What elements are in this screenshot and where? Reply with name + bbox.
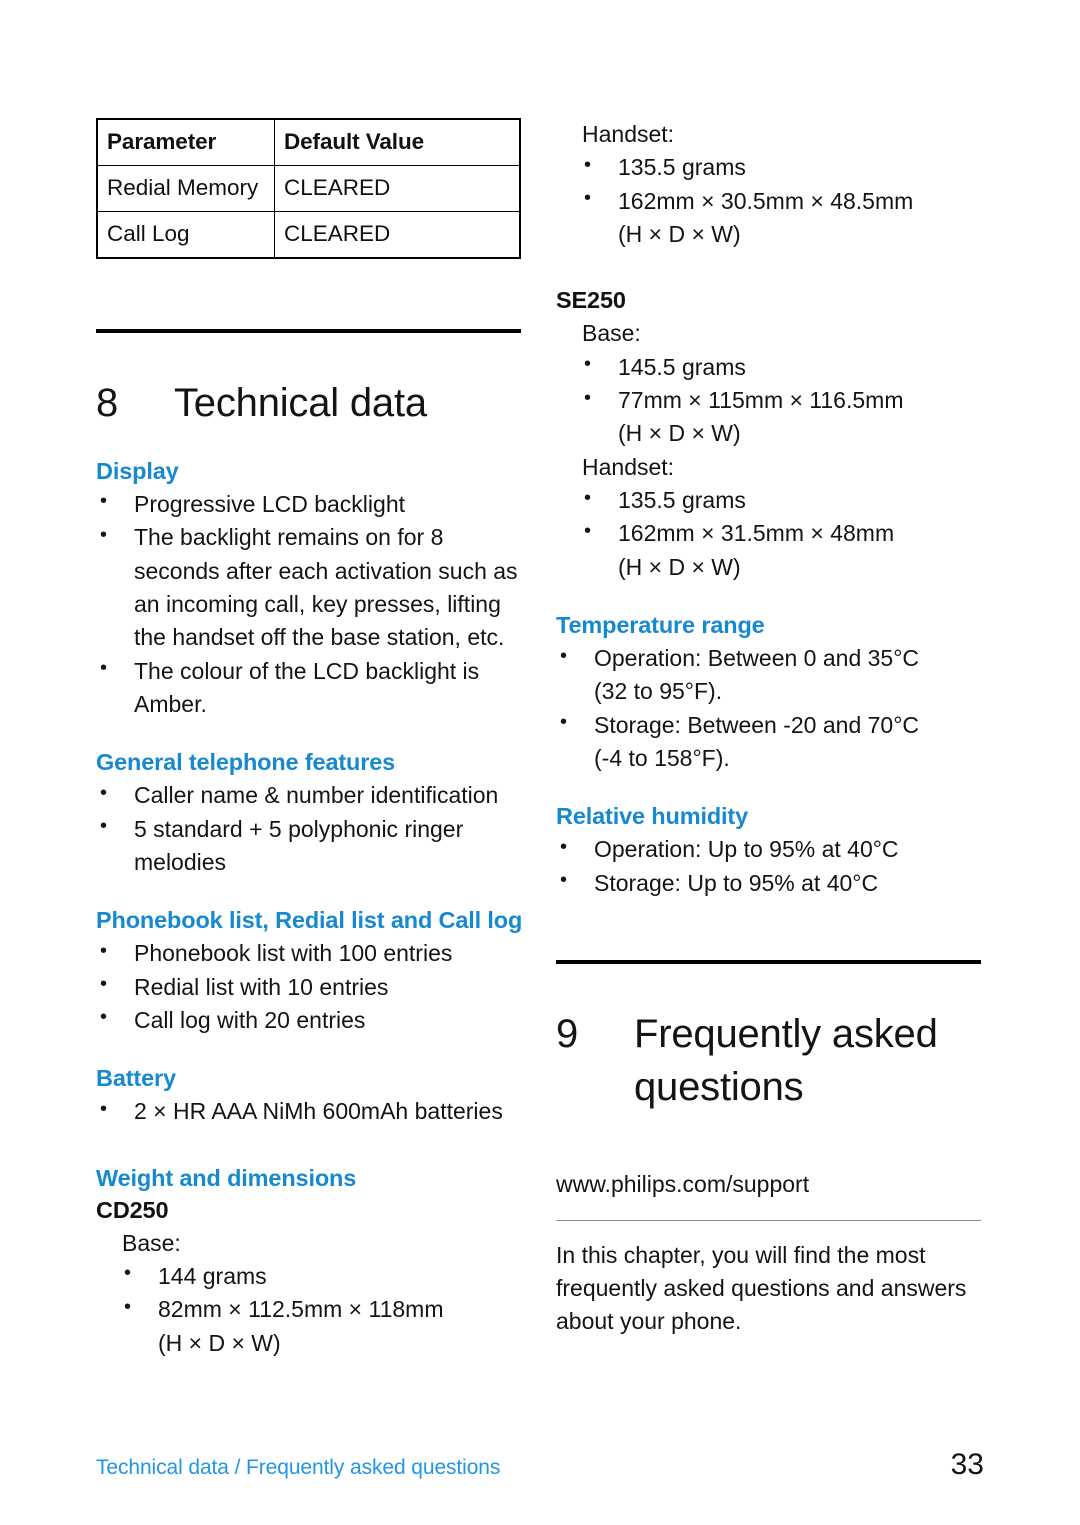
general-features-bullet-list: Caller name & number identification 5 st… — [96, 779, 526, 879]
list-item: Phonebook list with 100 entries — [96, 937, 526, 970]
list-item-text: 162mm × 30.5mm × 48.5mm — [618, 187, 914, 214]
table-cell-parameter: Call Log — [96, 210, 275, 259]
list-item-text: 82mm × 112.5mm × 118mm — [158, 1296, 444, 1323]
support-url[interactable]: www.philips.com/support — [556, 1168, 986, 1201]
list-item-continuation: (H × D × W) — [618, 553, 741, 580]
list-item-text: 77mm × 115mm × 116.5mm — [618, 387, 904, 414]
list-item: Progressive LCD backlight — [96, 487, 526, 521]
table-cell-value: CLEARED — [274, 210, 521, 259]
chapter-9-title-line1: Frequently asked — [634, 1012, 938, 1057]
section-heading-general-features: General telephone features — [96, 749, 396, 776]
list-item: Caller name & number identification — [96, 779, 526, 812]
list-item: 162mm × 30.5mm × 48.5mm (H × D × W) — [556, 184, 986, 252]
cd250-handset-bullet-list: 135.5 grams 162mm × 30.5mm × 48.5mm (H ×… — [556, 151, 986, 251]
battery-bullet-list: 2 × HR AAA NiMh 600mAh batteries — [96, 1095, 526, 1128]
chapter-8-title: Technical data — [174, 380, 427, 425]
list-item-continuation: (H × D × W) — [618, 221, 741, 248]
list-item: 2 × HR AAA NiMh 600mAh batteries — [96, 1095, 526, 1128]
chapter-9-title: Frequently asked questions — [634, 1008, 986, 1114]
list-item: 162mm × 31.5mm × 48mm (H × D × W) — [556, 517, 986, 584]
model-name-se250: SE250 — [556, 287, 626, 314]
section-heading-display: Display — [96, 458, 179, 484]
list-item: 82mm × 112.5mm × 118mm (H × D × W) — [96, 1293, 526, 1360]
left-column: Parameter Default Value Redial Memory CL… — [96, 118, 526, 1360]
default-settings-table: Parameter Default Value Redial Memory CL… — [96, 118, 521, 259]
section-heading-relative-humidity: Relative humidity — [556, 803, 749, 830]
footer-breadcrumb: Technical data / Frequently asked questi… — [96, 1456, 501, 1479]
list-item: The colour of the LCD backlight is Amber… — [96, 654, 526, 722]
cd250-handset-label: Handset: — [582, 121, 675, 147]
section-heading-lists: Phonebook list, Redial list and Call log — [96, 907, 523, 934]
list-item: The backlight remains on for 8 seconds a… — [96, 521, 526, 654]
cd250-base-label: Base: — [122, 1229, 181, 1256]
table-cell-value: CLEARED — [274, 164, 521, 212]
list-item: Operation: Between 0 and 35°C (32 to 95°… — [556, 642, 986, 709]
section-heading-temperature-range: Temperature range — [556, 612, 765, 639]
se250-base-bullet-list: 145.5 grams 77mm × 115mm × 116.5mm (H × … — [556, 350, 986, 451]
se250-handset-label: Handset: — [582, 453, 675, 480]
list-item-continuation: (32 to 95°F). — [594, 678, 723, 705]
page-footer: Technical data / Frequently asked questi… — [96, 1448, 984, 1482]
humidity-bullet-list: Operation: Up to 95% at 40°C Storage: Up… — [556, 833, 986, 900]
display-bullet-list: Progressive LCD backlight The backlight … — [96, 487, 526, 722]
manual-page: Parameter Default Value Redial Memory CL… — [0, 0, 1080, 1525]
table-cell-parameter: Redial Memory — [96, 164, 275, 212]
chapter-9-intro-paragraph: In this chapter, you will find the most … — [556, 1241, 967, 1335]
list-item: 77mm × 115mm × 116.5mm (H × D × W) — [556, 384, 986, 451]
se250-handset-bullet-list: 135.5 grams 162mm × 31.5mm × 48mm (H × D… — [556, 484, 986, 584]
chapter-8-number: 8 — [96, 380, 119, 425]
list-item: Call log with 20 entries — [96, 1003, 526, 1037]
list-item-continuation: (H × D × W) — [158, 1329, 281, 1356]
lists-bullet-list: Phonebook list with 100 entries Redial l… — [96, 937, 526, 1037]
list-item: 145.5 grams — [556, 350, 986, 384]
table-header-parameter: Parameter — [96, 118, 275, 166]
list-item: Storage: Up to 95% at 40°C — [556, 866, 986, 900]
chapter-9-title-line2: questions — [634, 1065, 804, 1110]
section-heading-battery: Battery — [96, 1065, 176, 1092]
right-column: Handset: 135.5 grams 162mm × 30.5mm × 48… — [556, 118, 986, 1339]
model-name-cd250: CD250 — [96, 1196, 169, 1223]
chapter-9-number: 9 — [556, 1012, 579, 1057]
se250-base-label: Base: — [582, 320, 641, 347]
list-item: 135.5 grams — [556, 484, 986, 517]
chapter-9-heading: 9 Frequently asked questions — [556, 1008, 986, 1114]
section-heading-weight-dimensions: Weight and dimensions — [96, 1164, 357, 1191]
cd250-base-bullet-list: 144 grams 82mm × 112.5mm × 118mm (H × D … — [96, 1259, 526, 1360]
table-header-row: Parameter Default Value — [96, 118, 521, 166]
page-number: 33 — [950, 1448, 984, 1481]
list-item: Redial list with 10 entries — [96, 970, 526, 1004]
table-header-default-value: Default Value — [274, 118, 521, 166]
table-row: Call Log CLEARED — [96, 210, 521, 259]
list-item: 144 grams — [96, 1259, 526, 1293]
chapter-8-heading: 8 Technical data — [96, 377, 526, 430]
list-item-text: Operation: Between 0 and 35°C — [594, 645, 920, 672]
list-item: Storage: Between -20 and 70°C (-4 to 158… — [556, 708, 986, 776]
list-item-text: 162mm × 31.5mm × 48mm — [618, 520, 895, 547]
temperature-bullet-list: Operation: Between 0 and 35°C (32 to 95°… — [556, 642, 986, 775]
list-item: 135.5 grams — [556, 151, 986, 184]
list-item: 5 standard + 5 polyphonic ringer melodie… — [96, 812, 526, 880]
list-item-continuation: (H × D × W) — [618, 420, 741, 447]
list-item-continuation: (-4 to 158°F). — [594, 745, 730, 772]
list-item-text: Storage: Between -20 and 70°C — [594, 711, 920, 738]
table-row: Redial Memory CLEARED — [96, 164, 521, 212]
list-item: Operation: Up to 95% at 40°C — [556, 833, 986, 866]
